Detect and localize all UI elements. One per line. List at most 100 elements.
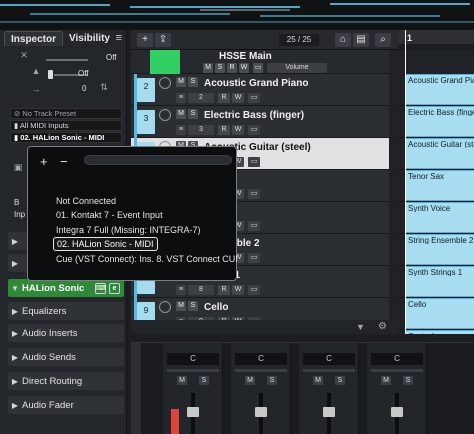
section-instrument[interactable]: ▼ HALion Sonic ⌨ e [8,279,124,297]
midi-part[interactable]: Synth Strings 1 [405,266,474,297]
track-list-scrollbar[interactable] [389,50,398,320]
popup-option-selected[interactable]: 02. HALion Sonic - MIDI [53,237,158,251]
lane-button[interactable]: ≡ [176,125,186,135]
monitor-icon[interactable] [159,77,171,89]
lane-button[interactable]: ≡ [176,285,186,295]
playhead-cursor[interactable] [405,30,406,334]
transpose-icon[interactable]: ⇅ [98,82,110,92]
midi-part[interactable]: Contrabass [405,330,474,334]
section-audio-fader[interactable]: ▶ Audio Fader [8,396,124,414]
tab-inspector[interactable]: Inspector [4,31,64,46]
track-num-field[interactable]: 3 [188,125,214,135]
track-num-field[interactable]: 8 [188,285,214,295]
midi-part[interactable]: Synth Voice [405,202,474,233]
write-button[interactable]: W [232,93,244,103]
monitor-icon[interactable] [159,109,171,121]
midi-part[interactable]: String Ensemble 2 [405,234,474,265]
lane-button[interactable]: ≡ [176,93,186,103]
tab-visibility[interactable]: Visibility [63,31,116,46]
lane-view-icon[interactable]: ▭ [248,189,260,199]
section-direct-routing[interactable]: ▶ Direct Routing [8,372,124,390]
popup-option[interactable]: Cue (VST Connect): Ins. 8. VST Connect C… [56,254,237,264]
midi-part[interactable]: Electric Bass (finger) [405,106,474,137]
read-button[interactable]: R [218,285,230,295]
pan-value[interactable]: C [303,353,355,365]
write-button[interactable]: W [239,63,249,73]
pan-slider[interactable] [167,369,219,372]
track-folder-icon[interactable]: ⇪ [155,33,171,47]
lane-view-icon[interactable]: ▭ [248,157,260,167]
popup-option[interactable]: Integra 7 Full (Missing: INTEGRA-7) [56,225,201,235]
section-equalizers[interactable]: ▶ Equalizers [8,302,124,320]
zones-icon[interactable]: ▤ [353,33,369,47]
volume-fader[interactable] [391,407,403,417]
ruler[interactable]: 1 [398,30,474,50]
write-button[interactable]: W [232,285,244,295]
read-button[interactable]: R [218,93,230,103]
solo-button[interactable]: S [199,376,209,385]
add-track-button[interactable]: + [137,33,153,47]
lane-view-icon[interactable]: ▭ [248,93,260,103]
volume-fader[interactable] [323,407,335,417]
midi-part[interactable]: Tenor Sax [405,170,474,201]
track-preset-field[interactable]: ⊘ No Track Preset [10,108,122,119]
automation-param[interactable]: Volume [267,63,327,73]
write-button[interactable]: W [232,125,244,135]
midi-output-field[interactable]: ▮ 02. HALion Sonic - MIDI [10,132,122,143]
keyboard-icon[interactable]: ⌨ [95,282,106,294]
lane-view-icon[interactable]: ▭ [248,253,260,263]
monitor-icon[interactable] [159,301,171,313]
midi-part[interactable]: Acoustic Guitar (steel) [405,138,474,169]
solo-button[interactable]: S [215,63,225,73]
read-button[interactable]: R [227,63,237,73]
crossed-speaker-icon[interactable]: ✕ [18,50,30,60]
section-audio-inserts[interactable]: ▶ Audio Inserts [8,324,124,342]
lane-view-icon[interactable]: ▭ [248,221,260,231]
midi-input-field[interactable]: ▮ All MIDI Inputs [10,120,122,131]
track-row[interactable]: 2 M S Acoustic Grand Piano ≡ 2 R W ▭ [131,74,389,106]
volume-fader[interactable] [187,407,199,417]
track-num-field[interactable]: 2 [188,93,214,103]
mute-button[interactable]: M [176,301,186,311]
mute-button[interactable]: M [245,376,255,385]
read-button[interactable]: R [218,125,230,135]
visibility-agents-icon[interactable]: ⌂ [335,33,351,47]
arrow-icon[interactable]: → [30,84,42,94]
popup-option[interactable]: 01. Kontakt 7 - Event Input [56,210,163,220]
popup-option[interactable]: Not Connected [56,196,116,206]
solo-button[interactable]: S [403,376,413,385]
solo-button[interactable]: S [188,77,198,87]
lane-view-icon[interactable]: ▭ [248,285,260,295]
midi-part[interactable]: Acoustic Grand Piano [405,74,474,105]
arrange-window[interactable]: Acoustic Grand Piano Electric Bass (finge… [398,50,474,334]
pan-slider[interactable] [371,369,423,372]
hamburger-icon[interactable]: ≡ [116,32,122,44]
mute-button[interactable]: M [176,77,186,87]
section-audio-sends[interactable]: ▶ Audio Sends [8,348,124,366]
gear-icon[interactable]: ⚙ [378,321,387,332]
solo-button[interactable]: S [188,109,198,119]
solo-button[interactable]: S [335,376,345,385]
mute-button[interactable]: M [177,376,187,385]
track-row-hsse[interactable]: HSSE Main M S R W ▭ Volume [131,50,389,74]
mute-button[interactable]: M [381,376,391,385]
pan-value[interactable]: C [167,353,219,365]
mixer-rack-toggle[interactable] [131,343,141,434]
solo-button[interactable]: S [188,301,198,311]
edit-icon[interactable]: ▣ [12,162,24,172]
edit-instrument-icon[interactable]: e [109,282,120,294]
param-fader-1[interactable] [46,59,88,61]
project-overview-strip[interactable] [0,0,474,30]
solo-button[interactable]: S [267,376,277,385]
pan-slider[interactable] [303,369,355,372]
mute-button[interactable]: M [203,63,213,73]
pan-slider[interactable] [235,369,287,372]
volume-fader[interactable] [255,407,267,417]
search-icon[interactable]: ⌕ [375,33,391,47]
pan-value[interactable]: C [235,353,287,365]
lane-button[interactable]: ▭ [253,63,263,73]
track-row[interactable]: 3 M S Electric Bass (finger) ≡ 3 R W ▭ [131,106,389,138]
pan-value[interactable]: C [371,353,423,365]
midi-part[interactable]: Cello [405,298,474,329]
mute-button[interactable]: M [176,109,186,119]
